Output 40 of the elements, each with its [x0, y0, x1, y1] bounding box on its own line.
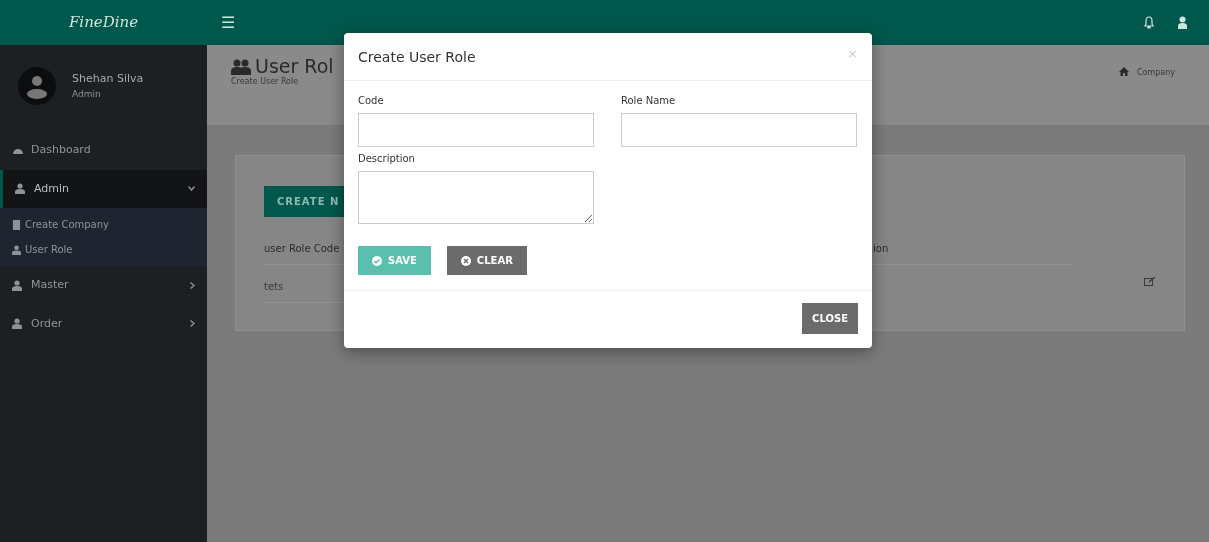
edit-icon[interactable]: [1144, 276, 1156, 286]
user-icon: [12, 244, 21, 255]
chevron-right-icon: [190, 320, 195, 327]
breadcrumb-link[interactable]: Company: [1136, 67, 1175, 79]
field-label: Role Name: [621, 94, 676, 108]
user-icon: [15, 183, 26, 195]
user-icon: [12, 318, 23, 330]
submenu-item[interactable]: Create Company: [0, 212, 207, 237]
user-icon[interactable]: [1178, 16, 1187, 29]
user-icon: [12, 279, 23, 291]
check-circle-icon: [372, 255, 382, 266]
field-label: Code: [358, 94, 384, 108]
input-field[interactable]: [358, 113, 594, 147]
input-field[interactable]: [621, 113, 857, 147]
modal-title: Create User Role: [358, 48, 476, 67]
building-icon: [12, 219, 21, 230]
close-button[interactable]: CLOSE: [802, 303, 858, 334]
user-name: Shehan Silva: [72, 71, 144, 87]
field-label: Description: [358, 152, 415, 166]
page-subtitle: Create User Role: [231, 76, 300, 88]
avatar-icon: [18, 67, 56, 105]
clear-button[interactable]: CLEAR: [446, 246, 527, 275]
chevron-right-icon: [190, 281, 195, 289]
x-circle-icon: [460, 255, 471, 266]
page-title: User Rol: [255, 57, 334, 76]
user-role: Admin: [72, 87, 102, 101]
submenu-item[interactable]: User Role: [0, 237, 207, 262]
sidebar-item[interactable]: Dashboard: [0, 131, 207, 170]
sidebar-item[interactable]: Admin: [0, 169, 207, 208]
sidebar-item[interactable]: Order: [0, 304, 207, 343]
menu-icon[interactable]: ☰: [221, 10, 236, 35]
chevron-down-icon: [188, 186, 195, 191]
description-field[interactable]: [358, 171, 594, 224]
sidebar-item[interactable]: Master: [0, 266, 207, 305]
home-icon[interactable]: [1118, 67, 1129, 76]
bell-icon[interactable]: [1144, 16, 1154, 29]
create-button[interactable]: CREATE N: [264, 186, 344, 217]
app-logo: FineDine: [67, 12, 140, 34]
users-icon: [231, 58, 251, 75]
column-header: ion: [873, 233, 1073, 265]
